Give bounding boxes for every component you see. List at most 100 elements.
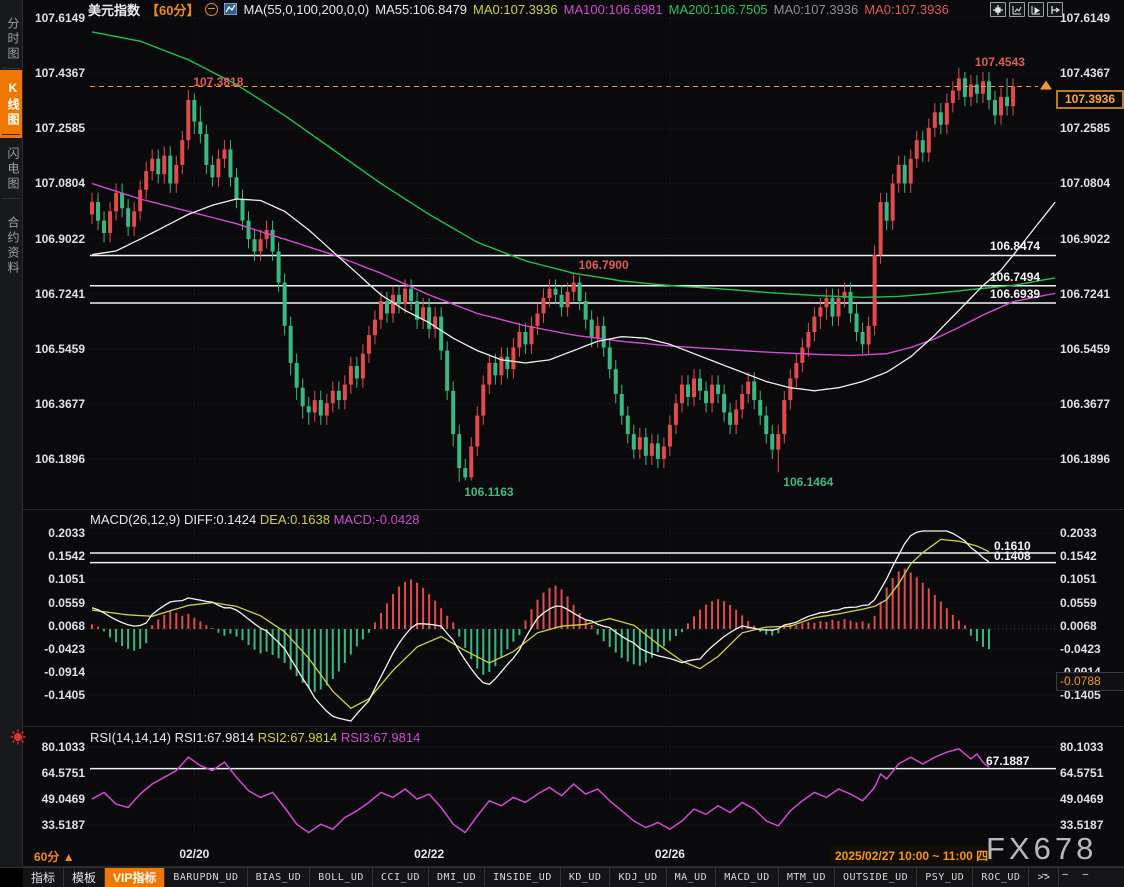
toolbar-item-macd_ud[interactable]: MACD_UD	[716, 868, 779, 887]
toolbar-item-[interactable]: 指标	[23, 868, 64, 887]
ma-settings-label: MA(55,0,100,200,0,0)	[243, 2, 369, 17]
toolbar-item-boll_ud[interactable]: BOLL_UD	[310, 868, 373, 887]
price-axis-label-left: 106.1896	[24, 452, 85, 466]
macd-axis-label-right: 0.2033	[1060, 526, 1097, 540]
timeframe-label[interactable]: 【60分】	[146, 0, 199, 19]
toolbar-item-kdj_ud[interactable]: KDJ_UD	[610, 868, 666, 887]
collapse-circle-icon[interactable]	[205, 3, 218, 16]
toolbar-item-[interactable]: 模板	[64, 868, 105, 887]
price-level-label: 106.8474	[990, 239, 1040, 253]
price-axis-label-left: 107.0804	[24, 176, 85, 190]
trading-app-window: 分时图K线图闪电图合约资料 美元指数 【60分】 MA(55,0,100,200…	[0, 0, 1124, 887]
chart-header: 美元指数 【60分】 MA(55,0,100,200,0,0) MA55:106…	[88, 1, 949, 17]
toolbar-scroll-dashes: – – –	[1042, 869, 1094, 880]
chart-icon	[224, 3, 237, 15]
candle-annotation: 107.4543	[975, 55, 1025, 69]
fx678-watermark: FX678	[986, 831, 1097, 867]
pan-crosshair-icon[interactable]	[990, 2, 1006, 17]
macd-last-value-box: -0.0788	[1056, 672, 1124, 691]
price-axis-label-right: 107.0804	[1060, 176, 1110, 190]
toolbar-item-barupdn_ud[interactable]: BARUPDN_UD	[165, 868, 247, 887]
price-axis-label-right: 107.6149	[1060, 11, 1110, 25]
toolbar-item-inside_ud[interactable]: INSIDE_UD	[485, 868, 561, 887]
candle-annotation: 106.1464	[783, 475, 833, 489]
chart-canvas[interactable]	[0, 0, 1124, 887]
toolbar-item-psy_ud[interactable]: PSY_UD	[917, 868, 973, 887]
rsi-axis-label-left: 49.0469	[24, 792, 85, 806]
sidebar-divider	[2, 198, 20, 199]
toolbar-item-mtm_ud[interactable]: MTM_UD	[779, 868, 835, 887]
price-axis-label-right: 106.1896	[1060, 452, 1110, 466]
rsi-axis-label-left: 33.5187	[24, 818, 85, 832]
rsi3-value: RSI3:67.9814	[341, 730, 421, 745]
macd-axis-label-left: -0.0914	[24, 665, 85, 679]
price-axis-label-left: 107.6149	[24, 11, 85, 25]
ma0-yellow-value: MA0:107.3936	[473, 2, 558, 17]
chart-tool-buttons	[990, 2, 1063, 17]
macd-dea-value: DEA:0.1638	[260, 512, 330, 527]
timeline-date-label: 02/26	[655, 847, 685, 861]
rsi-header: RSI(14,14,14) RSI1:67.9814 RSI2:67.9814 …	[90, 730, 420, 745]
price-axis-label-left: 107.4367	[24, 66, 85, 80]
macd-hist-value: MACD:-0.0428	[334, 512, 420, 527]
price-axis-label-right: 106.7241	[1060, 287, 1110, 301]
toolbar-item-dmi_ud[interactable]: DMI_UD	[429, 868, 485, 887]
toolbar-item-roc_ud[interactable]: ROC_UD	[973, 868, 1029, 887]
rsi-axis-label-left: 80.1033	[24, 740, 85, 754]
macd-axis-label-left: 0.1051	[24, 572, 85, 586]
price-axis-label-left: 106.9022	[24, 232, 85, 246]
ma100-value: MA100:106.6981	[564, 2, 663, 17]
rsi-axis-label-right: 33.5187	[1060, 818, 1103, 832]
toolbar-corner	[0, 868, 23, 887]
macd-header: MACD(26,12,9) DIFF:0.1424 DEA:0.1638 MAC…	[90, 512, 420, 527]
toolbar-item-bias_ud[interactable]: BIAS_UD	[248, 868, 311, 887]
rsi-axis-label-right: 49.0469	[1060, 792, 1103, 806]
macd-axis-label-right: 0.0559	[1060, 596, 1097, 610]
price-level-label: 106.6939	[990, 287, 1040, 301]
rsi-axis-label-right: 80.1033	[1060, 740, 1103, 754]
macd-axis-label-left: 0.1542	[24, 549, 85, 563]
chart-play-icon[interactable]	[1028, 2, 1044, 17]
macd-axis-label-right: -0.0423	[1060, 642, 1101, 656]
price-axis-label-right: 107.4367	[1060, 66, 1110, 80]
sidebar-divider	[2, 134, 20, 135]
session-time-label: 2025/02/27 10:00 ~ 11:00 四	[830, 846, 993, 865]
price-level-label: 106.7494	[990, 270, 1040, 284]
ma0-gray-value: MA0:107.3936	[774, 2, 859, 17]
price-axis-label-left: 106.7241	[24, 287, 85, 301]
sidebar-item-2[interactable]: K线图	[0, 70, 22, 138]
candle-annotation: 107.3818	[193, 75, 243, 89]
sidebar-divider	[2, 68, 20, 69]
toolbar-item-cci_ud[interactable]: CCI_UD	[373, 868, 429, 887]
toolbar-item-ma_ud[interactable]: MA_UD	[667, 868, 717, 887]
price-axis-label-right: 106.3677	[1060, 397, 1110, 411]
timeframe-selector[interactable]: 60分 ▲	[34, 848, 75, 865]
macd-axis-label-left: 0.0559	[24, 596, 85, 610]
macd-axis-label-right: 0.1542	[1060, 549, 1097, 563]
toolbar-item-kd_ud[interactable]: KD_UD	[561, 868, 611, 887]
panel-separator	[22, 509, 1124, 510]
rsi-axis-label-right: 64.5751	[1060, 766, 1103, 780]
chart-range-left-icon[interactable]	[1009, 2, 1025, 17]
expand-right-icon[interactable]	[1047, 2, 1063, 17]
macd-name: MACD(26,12,9)	[90, 512, 180, 527]
macd-axis-label-right: 0.0068	[1060, 619, 1097, 633]
toolbar-item-vip[interactable]: VIP指标	[105, 868, 165, 887]
price-axis-label-left: 106.5459	[24, 342, 85, 356]
current-price-box: 107.3936	[1056, 90, 1124, 109]
instrument-title: 美元指数	[88, 0, 140, 19]
sidebar-item-1[interactable]: 分时图	[0, 6, 22, 72]
ma0-red-value: MA0:107.3936	[864, 2, 949, 17]
toolbar-item-outside_ud[interactable]: OUTSIDE_UD	[835, 868, 917, 887]
rsi1-value: RSI1:67.9814	[175, 730, 255, 745]
sidebar-item-3[interactable]: 闪电图	[0, 136, 22, 202]
sidebar-item-4[interactable]: 合约资料	[0, 202, 22, 290]
rsi-level-label: 67.1887	[986, 754, 1029, 768]
macd-axis-label-left: 0.2033	[24, 526, 85, 540]
rsi-axis-label-left: 64.5751	[24, 766, 85, 780]
alert-sun-icon[interactable]	[9, 728, 27, 746]
timeline-date-label: 02/20	[179, 847, 209, 861]
ma200-value: MA200:106.7505	[669, 2, 768, 17]
price-axis-label-right: 106.5459	[1060, 342, 1110, 356]
ma55-value: MA55:106.8479	[375, 2, 467, 17]
